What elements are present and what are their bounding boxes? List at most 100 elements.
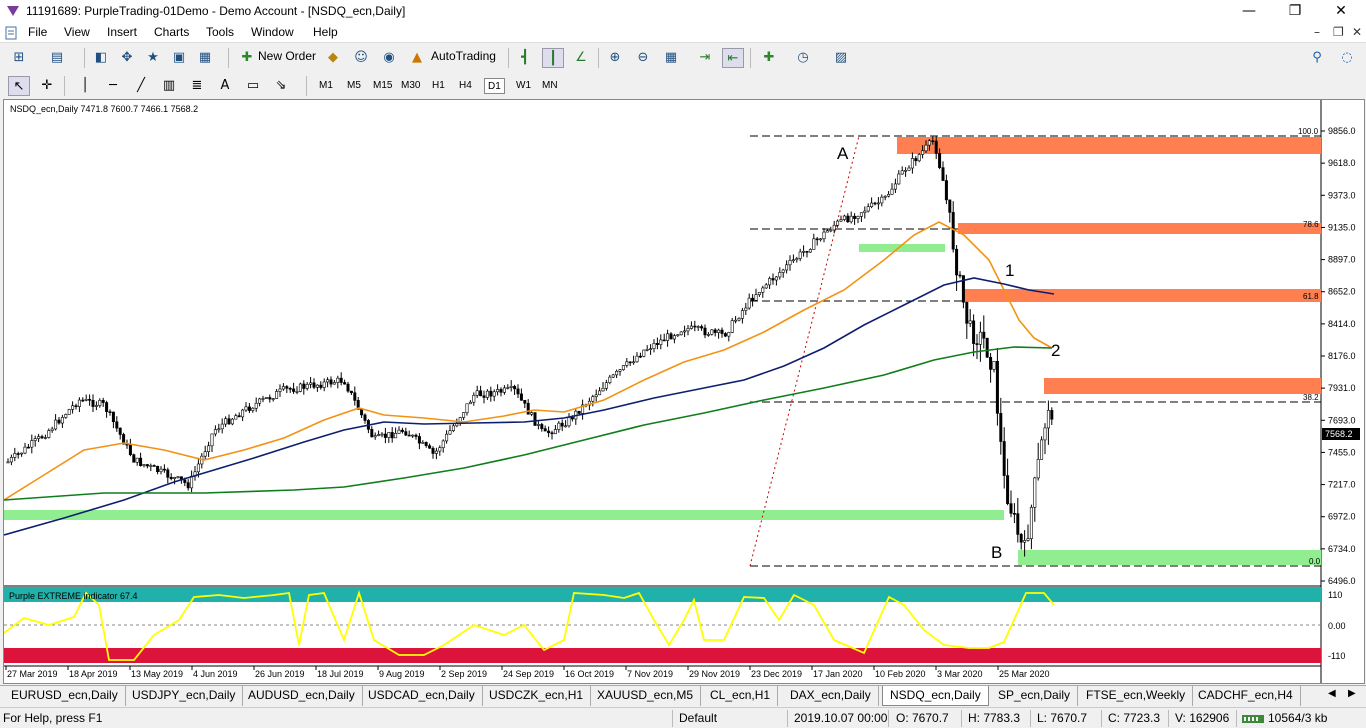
minimize-button[interactable]: — <box>1226 0 1272 23</box>
new-order-button[interactable]: New Order <box>258 49 316 63</box>
candle-body <box>764 284 768 289</box>
candle-body <box>224 418 228 425</box>
market-icon[interactable]: ◉ <box>378 48 400 68</box>
data-window-icon[interactable]: ✥ <box>116 48 138 68</box>
metaeditor-icon[interactable]: ◆ <box>322 48 344 68</box>
tab-usdczk[interactable]: USDCZK_ecn,H1 <box>482 686 592 706</box>
candle-body <box>411 434 415 437</box>
menu-insert[interactable]: Insert <box>107 25 137 39</box>
trendline-icon[interactable]: ╱ <box>130 76 152 96</box>
tab-scroll-left-icon[interactable]: ◀ <box>1328 688 1336 699</box>
tf-m5[interactable]: M5 <box>344 78 364 94</box>
tab-nsdq[interactable]: NSDQ_ecn,Daily <box>882 686 989 706</box>
search-icon[interactable]: ⚲ <box>1306 48 1328 68</box>
terminal-icon[interactable]: ▣ <box>168 48 190 68</box>
horizontal-line-icon[interactable]: ─ <box>102 76 124 96</box>
tab-scroll-right-icon[interactable]: ▶ <box>1348 688 1356 699</box>
market-watch-icon[interactable]: ◧ <box>90 48 112 68</box>
candle-body <box>227 418 231 425</box>
crosshair-icon[interactable]: ✛ <box>36 76 58 96</box>
tab-xauusd[interactable]: XAUUSD_ecn,M5 <box>590 686 702 706</box>
candle-body <box>808 249 812 253</box>
tf-m30[interactable]: M30 <box>398 78 423 94</box>
candle-body <box>550 432 554 435</box>
menu-help[interactable]: Help <box>313 25 338 39</box>
fibonacci-icon[interactable]: ≣ <box>186 76 208 96</box>
tab-dax[interactable]: DAX_ecn,Daily <box>783 686 879 706</box>
menu-view[interactable]: View <box>64 25 90 39</box>
tab-cl[interactable]: CL_ecn,H1 <box>703 686 779 706</box>
menu-charts[interactable]: Charts <box>154 25 189 39</box>
tab-ftse[interactable]: FTSE_ecn,Weekly <box>1079 686 1194 706</box>
candlestick-icon[interactable]: ┃ <box>542 48 564 68</box>
candle-body <box>958 274 962 277</box>
signals-icon[interactable]: ☺ <box>350 48 372 68</box>
text-label-icon[interactable]: ▭ <box>242 76 264 96</box>
candle-body <box>880 196 884 204</box>
autotrading-icon[interactable]: ▲ <box>406 48 428 68</box>
line-chart-icon[interactable]: ∠ <box>570 48 592 68</box>
templates-icon[interactable]: ▨ <box>830 48 852 68</box>
tf-h4[interactable]: H4 <box>456 78 475 94</box>
candle-body <box>373 435 377 438</box>
candle-body <box>621 365 625 371</box>
tab-cadchf[interactable]: CADCHF_ecn,H4 <box>1191 686 1301 706</box>
chat-icon[interactable]: ◌ <box>1336 48 1358 68</box>
candle-body <box>655 343 659 345</box>
channel-icon[interactable]: ▥ <box>158 76 180 96</box>
candle-body <box>40 436 44 439</box>
cursor-icon[interactable]: ↖ <box>8 76 30 96</box>
chart-shift-icon[interactable]: ⇤ <box>722 48 744 68</box>
candle-body <box>564 425 568 428</box>
candle-body <box>992 360 996 370</box>
tf-d1[interactable]: D1 <box>484 78 505 94</box>
candle-body <box>802 251 806 253</box>
arrows-icon[interactable]: ⇘ <box>270 76 292 96</box>
tab-usdjpy[interactable]: USDJPY_ecn,Daily <box>125 686 244 706</box>
status-profile[interactable]: Default <box>679 711 717 725</box>
navigator-icon[interactable]: ★ <box>142 48 164 68</box>
mdi-restore-button[interactable]: ❐ <box>1333 25 1344 39</box>
mdi-minimize-button[interactable]: – <box>1314 25 1320 39</box>
zoom-in-icon[interactable]: ⊕ <box>604 48 626 68</box>
candle-body <box>914 158 918 162</box>
tf-m15[interactable]: M15 <box>370 78 395 94</box>
bar-chart-icon[interactable]: ┫ <box>514 48 536 68</box>
autotrading-button[interactable]: AutoTrading <box>431 49 496 63</box>
candle-body <box>346 383 350 392</box>
zoom-out-icon[interactable]: ⊖ <box>632 48 654 68</box>
new-order-icon[interactable]: ✚ <box>236 48 258 68</box>
tab-eurusd[interactable]: EURUSD_ecn,Daily <box>4 686 126 706</box>
candle-body <box>332 382 336 385</box>
scroll-chart-icon[interactable]: ⇥ <box>694 48 716 68</box>
menu-file[interactable]: File <box>28 25 47 39</box>
periods-icon[interactable]: ◷ <box>792 48 814 68</box>
close-button[interactable]: ✕ <box>1318 0 1364 23</box>
tf-h1[interactable]: H1 <box>429 78 448 94</box>
strategy-tester-icon[interactable]: ▦ <box>194 48 216 68</box>
candle-body <box>132 454 136 463</box>
maximize-button[interactable]: ❐ <box>1272 0 1318 23</box>
tile-windows-icon[interactable]: ▦ <box>660 48 682 68</box>
tab-usdcad[interactable]: USDCAD_ecn,Daily <box>361 686 483 706</box>
candle-body <box>451 425 455 431</box>
vertical-line-icon[interactable]: │ <box>74 76 96 96</box>
tf-w1[interactable]: W1 <box>513 78 534 94</box>
mdi-close-button[interactable]: ✕ <box>1352 25 1362 39</box>
candle-body <box>247 406 251 411</box>
indicators-icon[interactable]: ✚ <box>758 48 780 68</box>
candle-body <box>108 411 112 413</box>
tf-mn[interactable]: MN <box>539 78 561 94</box>
menu-tools[interactable]: Tools <box>206 25 234 39</box>
profiles-icon[interactable]: ▤ <box>46 48 68 68</box>
tab-sp[interactable]: SP_ecn,Daily <box>991 686 1079 706</box>
chart-window[interactable]: NSDQ_ecn,Daily 7471.8 7600.7 7466.1 7568… <box>3 99 1365 684</box>
text-tool-button[interactable]: A <box>214 76 236 96</box>
tab-audusd[interactable]: AUDUSD_ecn,Daily <box>241 686 363 706</box>
menu-window[interactable]: Window <box>251 25 294 39</box>
price-chart[interactable]: NSDQ_ecn,Daily 7471.8 7600.7 7466.1 7568… <box>4 100 1364 683</box>
candle-body <box>604 382 608 389</box>
new-chart-icon[interactable]: ⊞ <box>8 48 30 68</box>
tf-m1[interactable]: M1 <box>316 78 336 94</box>
candle-body <box>54 419 58 430</box>
